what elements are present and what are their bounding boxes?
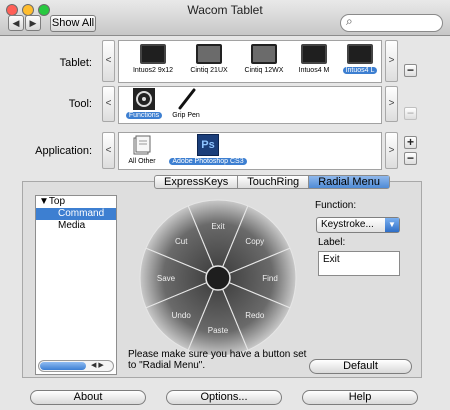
scroll-left-icon: < [105, 145, 112, 156]
wheel-label: Paste [208, 326, 229, 335]
tree-item-command[interactable]: Command [36, 208, 116, 220]
scroll-arrows-icon[interactable]: ◀ ▶ [91, 361, 104, 369]
application-item-all-other[interactable]: All Other [122, 134, 162, 165]
tablet-row-label: Tablet: [59, 57, 92, 69]
tab-expresskeys[interactable]: ExpressKeys [155, 176, 239, 188]
scrollbar-thumb[interactable] [40, 362, 86, 370]
scroll-left-icon: < [105, 55, 112, 66]
minus-icon: − [406, 63, 414, 77]
wheel-label: Exit [211, 222, 225, 231]
plus-icon: + [406, 135, 414, 149]
remove-tool-button[interactable]: − [404, 107, 417, 120]
tablet-item-intuos4l[interactable]: Intuos4 L [339, 44, 381, 74]
search-icon: ⌕ [346, 14, 353, 28]
tablet-item-intuos2[interactable]: Intuos2 9x12 [126, 44, 180, 74]
radial-menu-wheel: Exit Copy Find Redo Paste Undo Save Cut [138, 198, 298, 358]
tablet-item-cintiq12wx[interactable]: Cintiq 12WX [237, 44, 291, 74]
minus-icon: − [406, 106, 414, 120]
photoshop-icon: Ps [197, 134, 219, 156]
function-label: Function: [315, 200, 357, 211]
tool-item-functions[interactable]: Functions [124, 87, 164, 119]
tool-item-label: Functions [125, 112, 163, 119]
tab-bar: ExpressKeys TouchRing Radial Menu [154, 175, 390, 189]
search-input[interactable] [340, 14, 443, 32]
tablet-item-label: Intuos4 M [298, 67, 330, 74]
tool-item-grip-pen[interactable]: Grip Pen [168, 87, 204, 119]
wheel-label: Save [157, 274, 176, 283]
wheel-label: Cut [175, 237, 188, 246]
functions-icon [133, 88, 155, 110]
show-all-button[interactable]: Show All [50, 15, 96, 32]
scroll-left-icon: < [105, 98, 112, 109]
remove-application-button[interactable]: − [404, 152, 417, 165]
tool-scroll-right-button[interactable]: > [385, 86, 398, 122]
tablet-icon [301, 44, 327, 64]
tab-radial-menu[interactable]: Radial Menu [309, 176, 389, 188]
cintiq-icon [196, 44, 222, 64]
radial-wheel-graphic: Exit Copy Find Redo Paste Undo Save Cut [139, 199, 297, 357]
wheel-label: Copy [245, 237, 264, 246]
application-stack-icon [133, 135, 151, 155]
back-button[interactable]: ◀ [8, 15, 24, 31]
cintiq-icon [251, 44, 277, 64]
tool-row-label: Tool: [68, 98, 92, 110]
wheel-label: Undo [172, 311, 192, 320]
chevron-down-icon[interactable]: ▼ [385, 218, 399, 232]
tree-item-media[interactable]: Media [36, 220, 116, 232]
scroll-right-icon: > [388, 98, 395, 109]
tree-item-top[interactable]: ▼Top [36, 196, 116, 208]
scroll-right-icon: > [388, 145, 395, 156]
scroll-right-icon: > [388, 55, 395, 66]
label-label: Label: [318, 237, 346, 248]
pen-icon [178, 88, 196, 110]
tablet-scroll-right-button[interactable]: > [385, 40, 398, 82]
tablet-item-label: Cintiq 21UX [190, 67, 228, 74]
label-input[interactable]: Exit [318, 251, 400, 276]
tablet-icon [347, 44, 373, 64]
tablet-item-label: Intuos2 9x12 [132, 67, 174, 74]
remove-tablet-button[interactable]: − [404, 64, 417, 77]
minus-icon: − [406, 151, 414, 165]
forward-arrow-icon: ▶ [29, 18, 37, 28]
wheel-center[interactable] [205, 265, 231, 291]
help-button[interactable]: Help [302, 390, 418, 405]
application-item-label: Adobe Photoshop CS3 [169, 158, 247, 165]
back-arrow-icon: ◀ [12, 18, 20, 28]
tool-scroll-left-button[interactable]: < [102, 86, 115, 122]
tablet-scroll-left-button[interactable]: < [102, 40, 115, 82]
add-application-button[interactable]: + [404, 136, 417, 149]
tablet-item-cintiq21ux[interactable]: Cintiq 21UX [182, 44, 236, 74]
application-scroll-left-button[interactable]: < [102, 132, 115, 169]
options-button[interactable]: Options... [166, 390, 282, 405]
wheel-label: Redo [245, 311, 265, 320]
tablet-item-label: Intuos4 L [342, 67, 378, 74]
menu-tree: ▼Top Command Media ◀ ▶ [35, 195, 117, 375]
application-row-label: Application: [35, 145, 92, 157]
about-button[interactable]: About [30, 390, 146, 405]
tablet-item-intuos4m[interactable]: Intuos4 M [290, 44, 338, 74]
application-item-label: All Other [128, 158, 156, 165]
tab-touchring[interactable]: TouchRing [238, 176, 310, 188]
wheel-label: Find [262, 274, 278, 283]
application-scroll-right-button[interactable]: > [385, 132, 398, 169]
default-button[interactable]: Default [309, 359, 412, 374]
tablet-icon [140, 44, 166, 64]
radial-menu-note: Please make sure you have a button set t… [128, 349, 307, 371]
forward-button[interactable]: ▶ [25, 15, 41, 31]
tool-item-label: Grip Pen [172, 112, 200, 119]
tablet-item-label: Cintiq 12WX [244, 67, 284, 74]
application-item-photoshop[interactable]: Ps Adobe Photoshop CS3 [166, 134, 250, 165]
